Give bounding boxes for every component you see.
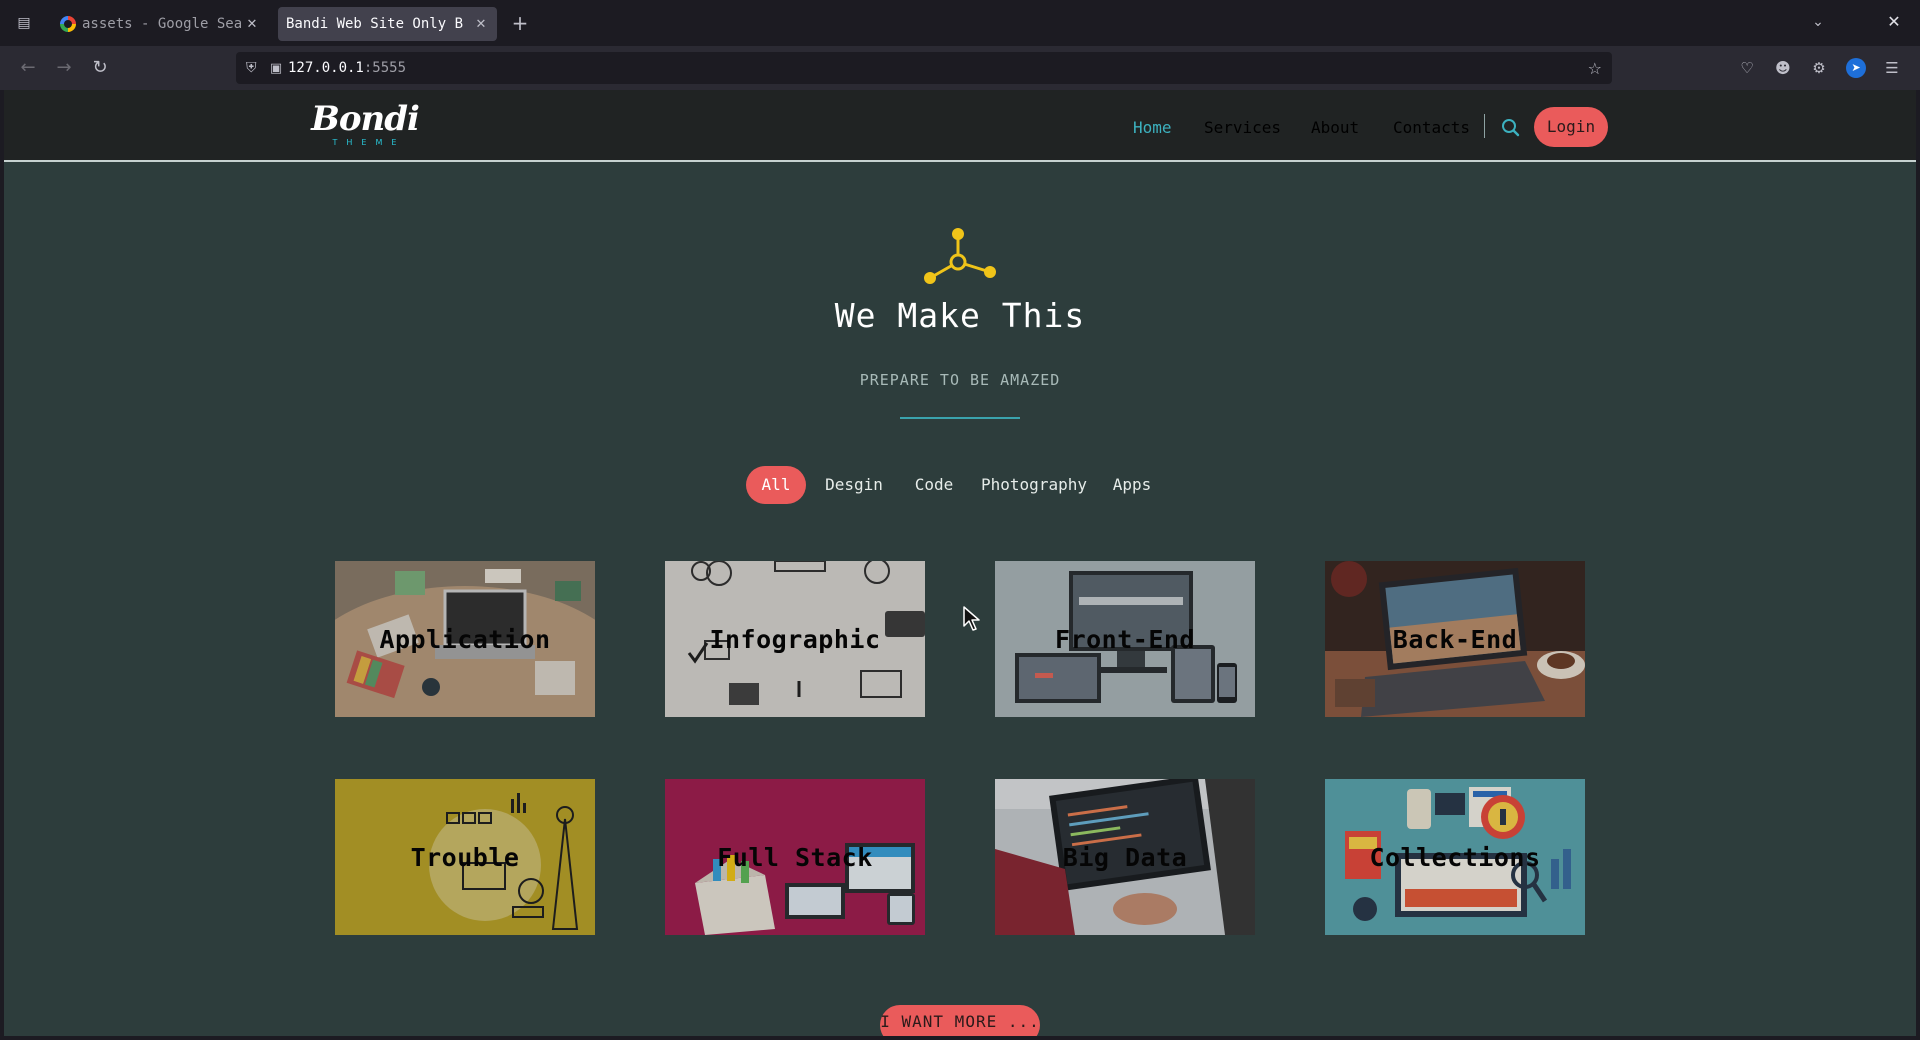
filter-apps[interactable]: Apps xyxy=(1106,466,1158,504)
tab-title: assets - Google Sea xyxy=(82,16,243,32)
tile-label: Collections xyxy=(1369,842,1541,872)
portfolio-item-front-end[interactable]: Front-End xyxy=(995,561,1255,717)
tile-label: Front-End xyxy=(1055,624,1195,654)
filter-photography[interactable]: Photography xyxy=(978,466,1090,504)
shield-icon[interactable]: ⛨ xyxy=(246,60,264,76)
forward-arrow-icon[interactable]: → xyxy=(52,56,76,80)
logo-text: Bondi xyxy=(311,99,420,139)
mouse-cursor-icon xyxy=(963,606,980,631)
tab-title: Bandi Web Site Only B xyxy=(286,16,464,32)
pocket-icon[interactable]: ♡ xyxy=(1737,58,1757,78)
nav-contacts[interactable]: Contacts xyxy=(1393,108,1470,148)
site-logo[interactable]: Bondi THEME xyxy=(310,102,420,154)
network-nodes-icon xyxy=(924,228,996,284)
tile-label: Application xyxy=(379,624,551,654)
nav-about[interactable]: About xyxy=(1311,108,1359,148)
section-subtitle: PREPARE TO BE AMAZED xyxy=(859,371,1061,389)
back-arrow-icon[interactable]: ← xyxy=(16,56,40,80)
account-icon[interactable]: ☻ xyxy=(1773,58,1793,78)
search-icon[interactable] xyxy=(1498,115,1524,141)
window-close-icon[interactable]: ✕ xyxy=(1884,12,1904,32)
portfolio-item-collections[interactable]: Collections xyxy=(1325,779,1585,935)
portfolio-item-trouble[interactable]: Trouble xyxy=(335,779,595,935)
new-tab-button[interactable]: + xyxy=(509,12,531,34)
browser-tab-google[interactable]: assets - Google Sea ✕ xyxy=(52,7,268,41)
nav-services[interactable]: Services xyxy=(1204,108,1281,148)
section-title: We Make This xyxy=(834,296,1086,335)
site-header: Bondi THEME Home Services About Contacts… xyxy=(4,90,1916,162)
menu-hamburger-icon[interactable]: ☰ xyxy=(1882,58,1902,78)
section-divider xyxy=(900,417,1020,419)
portfolio-item-application[interactable]: Application xyxy=(335,561,595,717)
browser-tab-bar: ▤ assets - Google Sea ✕ Bandi Web Site O… xyxy=(0,0,1920,46)
portfolio-item-full-stack[interactable]: Full Stack xyxy=(665,779,925,935)
chevron-down-icon[interactable]: ⌄ xyxy=(1808,12,1828,32)
filter-code[interactable]: Code xyxy=(908,466,960,504)
close-icon[interactable]: ✕ xyxy=(244,17,260,32)
tile-label: Big Data xyxy=(1062,842,1188,872)
browser-tab-bandi[interactable]: Bandi Web Site Only B ✕ xyxy=(278,7,497,41)
reload-icon[interactable]: ↻ xyxy=(88,56,112,80)
portfolio-item-infographic[interactable]: Infographic xyxy=(665,561,925,717)
more-button[interactable]: I WANT MORE ... xyxy=(880,1005,1040,1036)
tab-list-icon[interactable]: ▤ xyxy=(14,14,34,32)
portfolio-item-big-data[interactable]: Big Data xyxy=(995,779,1255,935)
url-bar[interactable]: ⛨ ▣ 127.0.0.1 :5555 ☆ xyxy=(236,52,1612,84)
url-port: :5555 xyxy=(363,60,407,76)
filter-design[interactable]: Desgin xyxy=(816,466,892,504)
extensions-icon[interactable]: ⚙ xyxy=(1809,58,1829,78)
tile-label: Infographic xyxy=(709,624,881,654)
portfolio-item-back-end[interactable]: Back-End xyxy=(1325,561,1585,717)
extension-app-icon[interactable]: ➤ xyxy=(1846,58,1866,78)
page-info-icon[interactable]: ▣ xyxy=(264,61,288,76)
nav-separator xyxy=(1484,114,1485,138)
login-button[interactable]: Login xyxy=(1534,107,1608,147)
url-host: 127.0.0.1 xyxy=(288,60,364,76)
page-viewport: Bondi THEME Home Services About Contacts… xyxy=(4,90,1916,1036)
logo-subtext: THEME xyxy=(332,138,406,147)
tile-label: Trouble xyxy=(410,842,520,872)
nav-home[interactable]: Home xyxy=(1133,108,1172,148)
tile-label: Back-End xyxy=(1392,624,1518,654)
filter-all[interactable]: All xyxy=(746,466,806,504)
bookmark-star-icon[interactable]: ☆ xyxy=(1588,59,1602,78)
close-icon[interactable]: ✕ xyxy=(473,17,489,32)
google-favicon-icon xyxy=(60,16,76,32)
tile-label: Full Stack xyxy=(717,842,873,872)
